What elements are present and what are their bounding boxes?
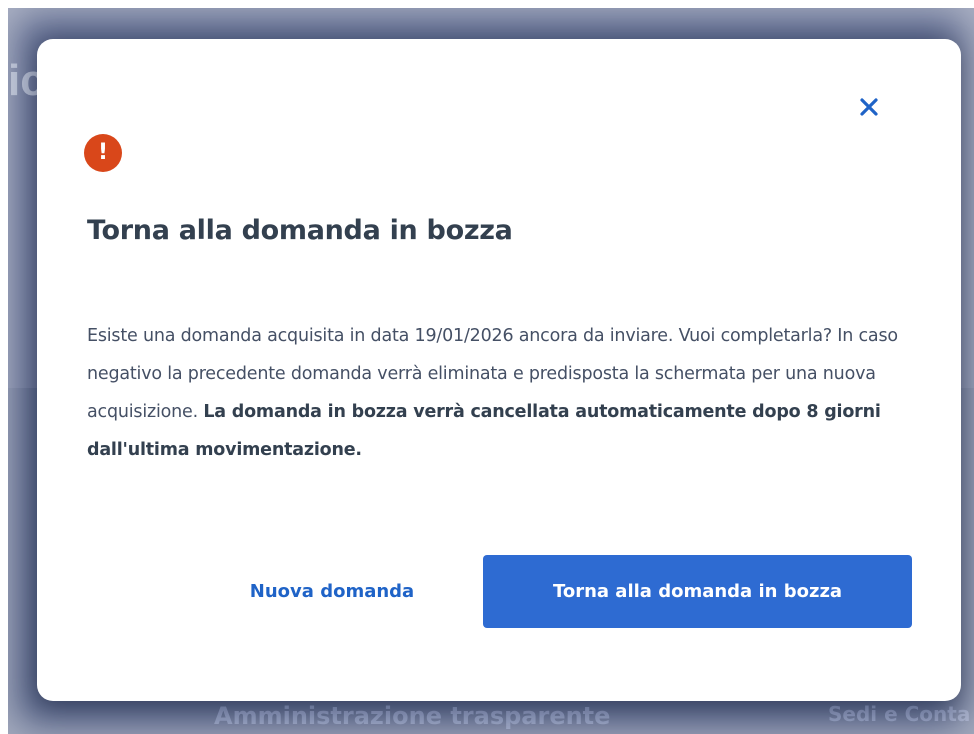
new-application-button[interactable]: Nuova domanda bbox=[227, 555, 437, 627]
dialog-message: Esiste una domanda acquisita in data 19/… bbox=[87, 317, 917, 469]
dialog-title: Torna alla domanda in bozza bbox=[87, 215, 513, 246]
draft-application-dialog: ! Torna alla domanda in bozza Esiste una… bbox=[37, 39, 961, 701]
return-to-draft-button[interactable]: Torna alla domanda in bozza bbox=[483, 555, 912, 628]
background-footer-link-sedi: Sedi e Conta bbox=[828, 702, 971, 726]
background-footer-link-amministrazione: Amministrazione trasparente bbox=[214, 702, 611, 730]
close-icon bbox=[860, 98, 878, 116]
exclamation-icon: ! bbox=[84, 134, 122, 172]
close-dialog-button[interactable] bbox=[853, 91, 885, 123]
dialog-message-warning: La domanda in bozza verrà cancellata aut… bbox=[87, 402, 881, 460]
alert-glyph: ! bbox=[97, 140, 109, 165]
